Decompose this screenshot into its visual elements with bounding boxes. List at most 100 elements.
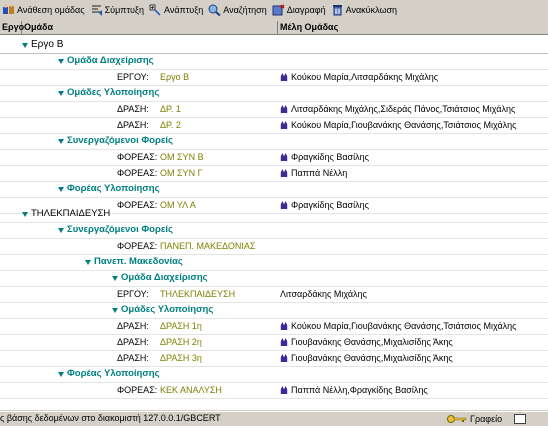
- row-members: Γιουβανάκης Θανάσης,Μιχαλισίδης Άκης: [280, 337, 453, 347]
- expand-triangle-icon[interactable]: [58, 59, 64, 64]
- search-button[interactable]: Αναζήτηση: [206, 1, 269, 18]
- group-name: Ομάδες Υλοποίησης: [121, 304, 214, 315]
- expand-triangle-icon[interactable]: [58, 139, 64, 144]
- members-icon: [280, 354, 288, 362]
- row-type-label: ΦΟΡΕΑΣ:: [117, 168, 158, 178]
- members-icon: [280, 73, 288, 81]
- tree-node-group[interactable]: Πανεπ. Μακεδονίας: [0, 255, 548, 271]
- recycle-label: Ανακύκλωση: [345, 4, 398, 15]
- table-row[interactable]: ΔΡΑΣΗ: ΔΡ. 2 Κούκου Μαρία,Γιουβανάκης Θα…: [0, 118, 548, 134]
- assign-group-label: Ανάθεση ομάδας: [17, 4, 85, 15]
- project-name: Εργο Β: [31, 39, 64, 50]
- expand-icon: [149, 4, 162, 16]
- members-icon: [280, 322, 288, 330]
- tree-node-group[interactable]: Συνεργαζόμενοι Φορείς: [0, 134, 548, 150]
- expand-triangle-icon[interactable]: [58, 228, 64, 233]
- tree-node-group[interactable]: Ομάδες Υλοποίησης: [0, 303, 548, 319]
- panel-icon: [514, 413, 527, 424]
- tree-node-group[interactable]: Ομάδες Υλοποίησης: [0, 86, 548, 102]
- members-icon: [280, 338, 288, 346]
- row-members: Λιτσαρδάκης Μιχάλης: [280, 289, 367, 299]
- members-icon: [280, 386, 288, 394]
- table-row[interactable]: ΔΡΑΣΗ: ΔΡΑΣΗ 1η Κούκου Μαρία,Γιουβανάκης…: [0, 319, 548, 335]
- group-name: Συνεργαζόμενοι Φορείς: [67, 135, 173, 146]
- expand-triangle-icon[interactable]: [58, 187, 64, 192]
- table-row[interactable]: ΕΡΓΟΥ: ΤΗΛΕΚΠΑΙΔΕΥΣΗ Λιτσαρδάκης Μιχάλης: [0, 287, 548, 303]
- recycle-icon: [331, 4, 344, 16]
- delete-button[interactable]: Διαγραφή: [270, 1, 329, 18]
- expand-triangle-icon[interactable]: [22, 212, 28, 217]
- members-icon: [280, 153, 288, 161]
- row-members: Γιουβανάκης Θανάσης,Μιχαλισίδης Άκης: [280, 353, 453, 363]
- row-value: ΔΡ. 1: [160, 104, 181, 114]
- row-value: ΟΜ ΣΥΝ Γ: [160, 168, 203, 178]
- expand-triangle-icon[interactable]: [58, 372, 64, 377]
- expand-triangle-icon[interactable]: [112, 276, 118, 281]
- search-icon: [208, 4, 221, 16]
- row-value: Εργο Β: [160, 72, 190, 82]
- group-name: Συνεργαζόμενοι Φορείς: [67, 224, 173, 235]
- column-members[interactable]: Μέλη Ομάδας: [278, 21, 548, 34]
- tree-node-group[interactable]: Ομάδα Διαχείρισης: [0, 54, 548, 70]
- expand-triangle-icon[interactable]: [22, 43, 28, 48]
- column-header: Εργο Ομάδα Μέλη Ομάδας: [0, 21, 548, 35]
- table-row[interactable]: ΔΡΑΣΗ: ΔΡΑΣΗ 3η Γιουβανάκης Θανάσης,Μιχα…: [0, 351, 548, 367]
- row-value: ΔΡ. 2: [160, 120, 181, 130]
- row-value: ΚΕΚ ΑΝΑΛΥΣΗ: [160, 385, 222, 395]
- group-name: Φορέας Υλοποίησης: [67, 368, 160, 379]
- tree-node-group[interactable]: Φορέας Υλοποίησης: [0, 182, 548, 198]
- row-type-label: ΔΡΑΣΗ:: [117, 321, 149, 331]
- members-icon: [280, 105, 288, 113]
- table-row[interactable]: ΔΡΑΣΗ: ΔΡΑΣΗ 2η Γιουβανάκης Θανάσης,Μιχα…: [0, 335, 548, 351]
- mode-label: Γραφείο: [470, 413, 503, 424]
- status-bar: ς βάσης δεδομένων στο διακομιστή 127.0.0…: [0, 411, 548, 426]
- expand-triangle-icon[interactable]: [58, 91, 64, 96]
- row-members: Λιτσαρδάκης Μιχάλης,Σιδεράς Πάνος,Τσιάτσ…: [280, 104, 515, 114]
- table-row[interactable]: ΦΟΡΕΑΣ: ΚΕΚ ΑΝΑΛΥΣΗ Παππά Νέλλη,Φραγκίδη…: [0, 383, 548, 399]
- column-project[interactable]: Εργο: [0, 21, 24, 34]
- group-name: Φορέας Υλοποίησης: [67, 183, 160, 194]
- group-name: Ομάδα Διαχείρισης: [121, 272, 208, 283]
- expand-triangle-icon[interactable]: [112, 308, 118, 313]
- group-name: Ομάδα Διαχείρισης: [67, 55, 154, 66]
- tree-node-project[interactable]: Εργο Β: [0, 38, 548, 54]
- table-row[interactable]: ΦΟΡΕΑΣ: ΟΜ ΣΥΝ Γ Παππά Νέλλη: [0, 166, 548, 182]
- recycle-button[interactable]: Ανακύκλωση: [329, 1, 400, 18]
- group-name: Ομάδες Υλοποίησης: [67, 87, 160, 98]
- row-value: ΔΡΑΣΗ 2η: [160, 337, 202, 347]
- tree-node-project[interactable]: ΤΗΛΕΚΠΑΙΔΕΥΣΗ: [0, 207, 548, 223]
- collapse-label: Σύμπτυξη: [104, 4, 144, 15]
- delete-icon: [272, 4, 285, 16]
- tree-node-group[interactable]: Συνεργαζόμενοι Φορείς: [0, 223, 548, 239]
- collapse-button[interactable]: Σύμπτυξη: [88, 1, 147, 18]
- tree-node-group[interactable]: Ομάδα Διαχείρισης: [0, 271, 548, 287]
- row-type-label: ΔΡΑΣΗ:: [117, 120, 149, 130]
- delete-label: Διαγραφή: [286, 4, 326, 15]
- column-group[interactable]: Ομάδα: [22, 21, 278, 34]
- group-tree[interactable]: Εργο Β Ομάδα Διαχείρισης ΕΡΓΟΥ: Εργο Β Κ…: [0, 35, 548, 410]
- row-type-label: ΦΟΡΕΑΣ:: [117, 385, 158, 395]
- row-value: ΔΡΑΣΗ 1η: [160, 321, 202, 331]
- expand-label: Ανάπτυξη: [163, 4, 204, 15]
- key-icon: [447, 414, 467, 424]
- row-type-label: ΦΟΡΕΑΣ:: [117, 241, 158, 251]
- tree-node-group[interactable]: Φορέας Υλοποίησης: [0, 367, 548, 383]
- row-type-label: ΔΡΑΣΗ:: [117, 353, 149, 363]
- table-row[interactable]: ΦΟΡΕΑΣ: ΠΑΝΕΠ. ΜΑΚΕΔΟΝΙΑΣ: [0, 239, 548, 255]
- members-icon: [280, 121, 288, 129]
- row-members: Κούκου Μαρία,Λιτσαρδάκης Μιχάλης: [280, 72, 438, 82]
- assign-group-icon: [2, 3, 15, 16]
- table-row[interactable]: ΦΟΡΕΑΣ: ΟΜ ΣΥΝ Β Φραγκίδης Βασίλης: [0, 150, 548, 166]
- row-type-label: ΕΡΓΟΥ:: [117, 289, 149, 299]
- assign-group-button[interactable]: Ανάθεση ομάδας: [0, 1, 88, 18]
- table-row[interactable]: ΕΡΓΟΥ: Εργο Β Κούκου Μαρία,Λιτσαρδάκης Μ…: [0, 70, 548, 86]
- status-mode: Γραφείο: [447, 412, 527, 425]
- row-members: Κούκου Μαρία,Γιουβανάκης Θανάσης,Τσιάτσι…: [280, 321, 517, 331]
- row-members: Παππά Νέλλη: [280, 168, 347, 178]
- row-type-label: ΔΡΑΣΗ:: [117, 337, 149, 347]
- collapse-icon: [90, 4, 103, 16]
- table-row[interactable]: ΔΡΑΣΗ: ΔΡ. 1 Λιτσαρδάκης Μιχάλης,Σιδεράς…: [0, 102, 548, 118]
- row-members: Κούκου Μαρία,Γιουβανάκης Θανάσης,Τσιάτσι…: [280, 120, 517, 130]
- expand-button[interactable]: Ανάπτυξη: [147, 1, 206, 18]
- expand-triangle-icon[interactable]: [85, 260, 91, 265]
